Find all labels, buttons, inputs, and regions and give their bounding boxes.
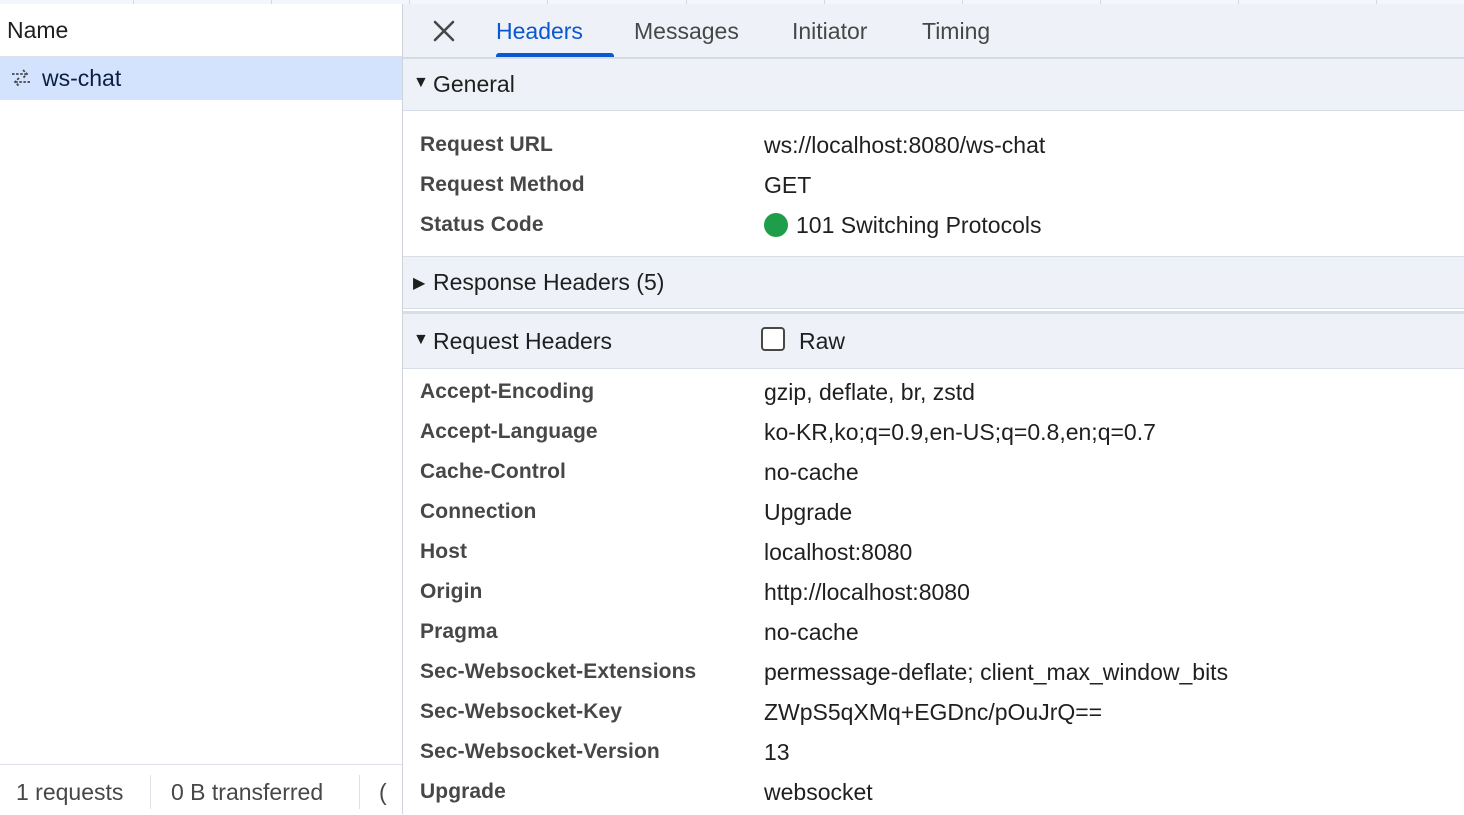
status-divider — [150, 775, 151, 809]
request-detail-panel: Headers Messages Initiator Timing ▼ Gene… — [403, 4, 1464, 814]
header-value[interactable]: localhost:8080 — [764, 539, 912, 566]
expand-triangle-icon: ▼ — [413, 331, 429, 348]
name-column-header[interactable]: Name — [0, 4, 402, 57]
expand-triangle-icon: ▼ — [413, 74, 429, 91]
status-truncated: ( — [379, 779, 387, 805]
tab-messages[interactable]: Messages — [634, 18, 739, 45]
header-name: Sec-Websocket-Key — [420, 700, 623, 723]
header-row: Cache-Control no-cache — [403, 452, 1464, 492]
header-row: Accept-Language ko-KR,ko;q=0.9,en-US;q=0… — [403, 412, 1464, 452]
header-name: Cache-Control — [420, 460, 566, 483]
network-status-bar: 1 requests 0 B transferred ( — [0, 764, 402, 815]
raw-checkbox[interactable] — [761, 327, 785, 351]
header-row: Request URL ws://localhost:8080/ws-chat — [403, 125, 1464, 165]
request-headers-section-header[interactable]: ▼ Request Headers Raw — [403, 311, 1464, 369]
section-title: General — [433, 71, 515, 97]
header-value[interactable]: no-cache — [764, 619, 859, 646]
transferred-size: 0 B transferred — [171, 779, 324, 805]
request-row-ws-chat[interactable]: ws-chat — [0, 57, 402, 100]
request-name: ws-chat — [42, 65, 122, 91]
header-value[interactable]: ko-KR,ko;q=0.9,en-US;q=0.8,en;q=0.7 — [764, 419, 1156, 446]
header-name: Upgrade — [420, 780, 506, 803]
header-value[interactable]: no-cache — [764, 459, 859, 486]
raw-checkbox-label[interactable]: Raw — [799, 328, 845, 355]
header-value[interactable]: websocket — [764, 779, 873, 806]
header-value[interactable]: permessage-deflate; client_max_window_bi… — [764, 659, 1228, 686]
header-name: Sec-Websocket-Extensions — [420, 660, 697, 683]
header-name: Host — [420, 540, 468, 563]
header-value[interactable]: ws://localhost:8080/ws-chat — [764, 132, 1045, 159]
response-headers-section-header[interactable]: ▶ Response Headers (5) — [403, 256, 1464, 309]
header-name: Status Code — [420, 213, 544, 236]
header-row: Sec-Websocket-Extensions permessage-defl… — [403, 652, 1464, 692]
header-row: Upgrade websocket — [403, 772, 1464, 812]
active-tab-indicator — [496, 53, 614, 57]
header-row: Request Method GET — [403, 165, 1464, 205]
tab-initiator[interactable]: Initiator — [792, 18, 867, 45]
status-dot-icon — [764, 213, 788, 237]
header-name: Origin — [420, 580, 483, 603]
header-value[interactable]: gzip, deflate, br, zstd — [764, 379, 975, 406]
header-row: Sec-Websocket-Version 13 — [403, 732, 1464, 772]
header-row: Status Code 101 Switching Protocols — [403, 205, 1464, 245]
header-row: Origin http://localhost:8080 — [403, 572, 1464, 612]
header-name: Pragma — [420, 620, 498, 643]
request-list-panel: Name ws-chat 1 requests 0 B transferred … — [0, 4, 403, 815]
request-count: 1 requests — [16, 779, 124, 805]
general-section-header[interactable]: ▼ General — [403, 58, 1464, 111]
header-row: Connection Upgrade — [403, 492, 1464, 532]
tab-headers[interactable]: Headers — [496, 18, 583, 45]
websocket-arrows-icon — [12, 69, 30, 87]
header-row: Pragma no-cache — [403, 612, 1464, 652]
status-code-value[interactable]: 101 Switching Protocols — [764, 212, 1041, 239]
header-row: Sec-Websocket-Key ZWpS5qXMq+EGDnc/pOuJrQ… — [403, 692, 1464, 732]
status-divider — [359, 775, 360, 809]
header-value[interactable]: Upgrade — [764, 499, 852, 526]
collapse-triangle-icon: ▶ — [413, 275, 426, 292]
header-name: Connection — [420, 500, 537, 523]
header-value[interactable]: http://localhost:8080 — [764, 579, 970, 606]
header-row: Accept-Encoding gzip, deflate, br, zstd — [403, 372, 1464, 412]
close-icon[interactable] — [429, 16, 459, 46]
header-row: Host localhost:8080 — [403, 532, 1464, 572]
status-code-text: 101 Switching Protocols — [796, 212, 1042, 238]
name-column-label: Name — [7, 17, 69, 43]
header-name: Request Method — [420, 173, 585, 196]
header-value[interactable]: GET — [764, 172, 811, 199]
tab-timing[interactable]: Timing — [922, 18, 990, 45]
header-value[interactable]: ZWpS5qXMq+EGDnc/pOuJrQ== — [764, 699, 1102, 726]
header-name: Accept-Encoding — [420, 380, 595, 403]
header-name: Request URL — [420, 133, 553, 156]
detail-tab-bar: Headers Messages Initiator Timing — [403, 4, 1464, 58]
header-name: Accept-Language — [420, 420, 598, 443]
header-name: Sec-Websocket-Version — [420, 740, 660, 763]
section-title: Response Headers (5) — [433, 269, 665, 295]
header-value[interactable]: 13 — [764, 739, 790, 766]
section-title: Request Headers — [433, 328, 612, 354]
